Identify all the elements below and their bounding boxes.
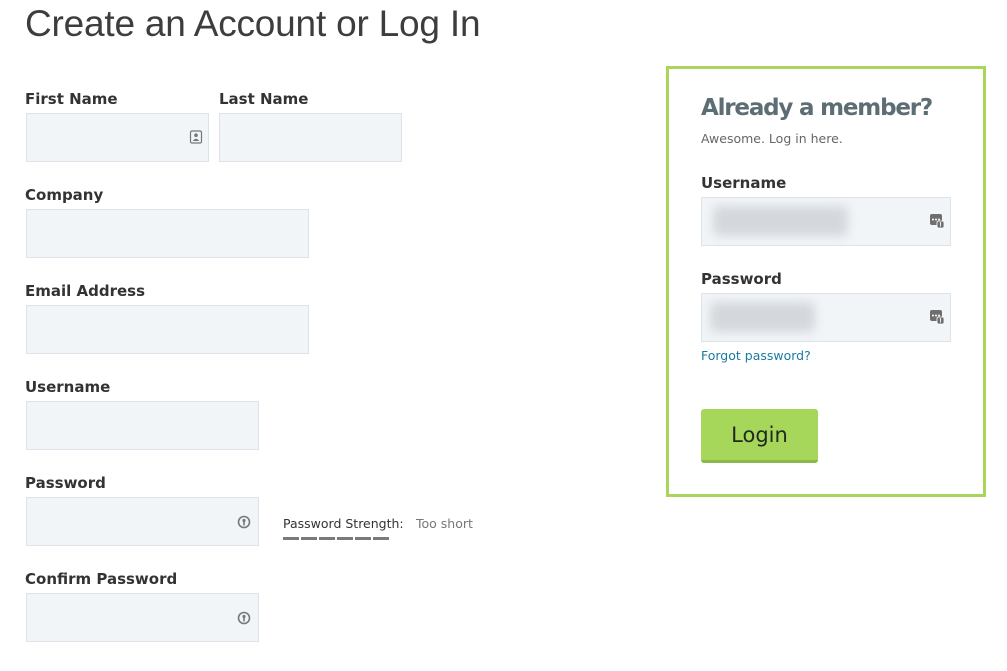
strength-segment xyxy=(355,537,371,540)
email-label: Email Address xyxy=(25,282,146,300)
strength-segment xyxy=(337,537,353,540)
redacted-username-value xyxy=(713,206,848,236)
first-name-input[interactable] xyxy=(26,113,209,162)
strength-segment xyxy=(373,537,389,540)
forgot-password-link[interactable]: Forgot password? xyxy=(701,348,811,363)
login-password-label: Password xyxy=(701,270,782,288)
username-label: Username xyxy=(25,378,111,396)
login-heading: Already a member? xyxy=(701,95,933,121)
login-username-label: Username xyxy=(701,174,787,192)
password-manager-icon[interactable] xyxy=(929,309,945,325)
strength-segment xyxy=(283,537,299,540)
password-strength-value: Too short xyxy=(416,516,473,531)
login-subtext: Awesome. Log in here. xyxy=(701,131,843,146)
password-key-icon[interactable] xyxy=(237,611,251,625)
password-strength-meter xyxy=(283,537,389,540)
username-input[interactable] xyxy=(26,401,259,450)
login-button[interactable]: Login xyxy=(701,409,818,463)
last-name-label: Last Name xyxy=(219,90,309,108)
password-manager-icon[interactable] xyxy=(929,213,945,229)
email-input[interactable] xyxy=(26,305,309,354)
strength-segment xyxy=(301,537,317,540)
redacted-password-value xyxy=(710,302,815,332)
password-label: Password xyxy=(25,474,106,492)
first-name-label: First Name xyxy=(25,90,118,108)
password-strength-label: Password Strength: xyxy=(283,516,404,531)
confirm-password-label: Confirm Password xyxy=(25,570,178,588)
last-name-input[interactable] xyxy=(219,113,402,162)
password-input[interactable] xyxy=(26,497,259,546)
confirm-password-input[interactable] xyxy=(26,593,259,642)
strength-segment xyxy=(319,537,335,540)
company-input[interactable] xyxy=(26,209,309,258)
company-label: Company xyxy=(25,186,104,204)
password-key-icon[interactable] xyxy=(237,515,251,529)
contact-card-icon[interactable] xyxy=(189,130,203,144)
page-title: Create an Account or Log In xyxy=(25,3,481,44)
